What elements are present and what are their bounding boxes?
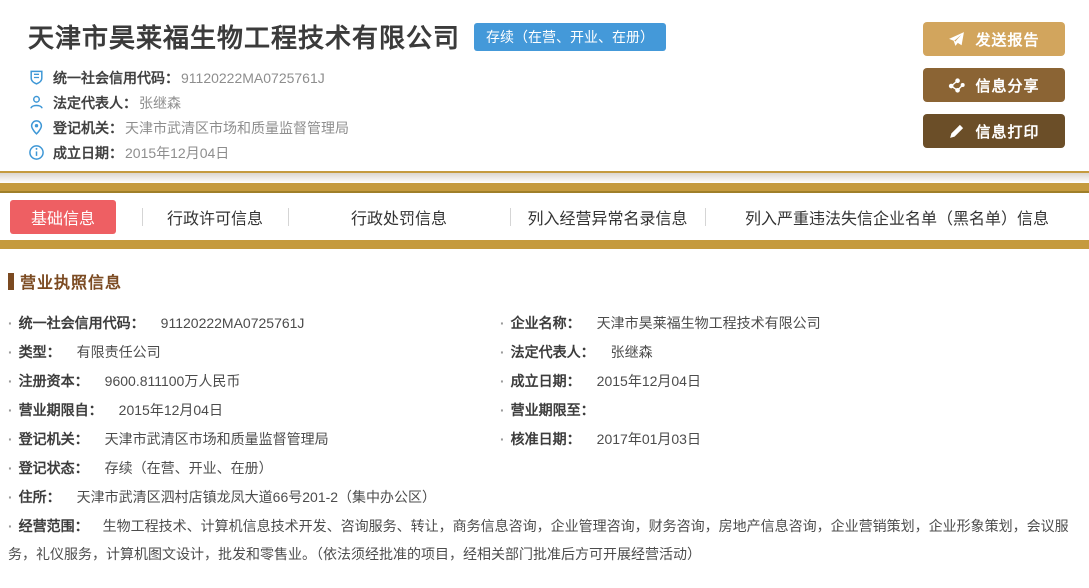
- bullet-dot: ·: [8, 315, 13, 331]
- paper-plane-icon: [948, 31, 965, 48]
- print-info-label: 信息打印: [975, 123, 1040, 141]
- gold-divider-band: [0, 183, 1089, 193]
- gold-divider-under-tabs: [0, 240, 1089, 249]
- field-business-scope: · 经营范围： 生物工程技术、计算机信息技术开发、咨询服务、转让，商务信息咨询，企业…: [8, 518, 1069, 562]
- tab-cell: 列入严重违法失信企业名单（黑名单）信息: [705, 193, 1089, 240]
- info-label: 成立日期：: [53, 144, 123, 161]
- tab-blacklist[interactable]: 列入严重违法失信企业名单（黑名单）信息: [745, 205, 1049, 229]
- header-left: 天津市昊莱福生物工程技术有限公司 存续（在营、开业、在册） 统一社会信用代码： …: [28, 18, 667, 170]
- pencil-icon: [948, 123, 965, 140]
- gray-gradient-strip: [0, 173, 1089, 183]
- bullet-dot: ·: [8, 518, 13, 534]
- person-icon: [28, 94, 45, 111]
- company-info-list: 统一社会信用代码： 91120222MA0725761J 法定代表人： 张继森 …: [28, 65, 666, 165]
- bullet-dot: ·: [500, 344, 505, 360]
- field-company-type: · 类型： 有限责任公司: [8, 338, 500, 367]
- section-title-text: 营业执照信息: [20, 275, 123, 292]
- info-label: 登记机关：: [53, 119, 123, 136]
- share-info-button[interactable]: 信息分享: [923, 68, 1065, 102]
- field-address: · 住所： 天津市武清区泗村店镇龙凤大道66号201-2（集中办公区）: [8, 483, 1079, 512]
- bullet-dot: ·: [500, 315, 505, 331]
- header-actions: 发送报告 信息分享 信息打印: [923, 18, 1065, 170]
- info-item-founding-date: 成立日期： 2015年12月04日: [28, 140, 666, 165]
- location-icon: [28, 119, 45, 136]
- status-badge: 存续（在营、开业、在册）: [474, 22, 667, 51]
- print-info-button[interactable]: 信息打印: [923, 114, 1065, 148]
- field-registration-status: · 登记状态： 存续（在营、开业、在册）: [8, 454, 500, 483]
- bullet-dot: ·: [8, 489, 13, 505]
- bullet-dot: ·: [8, 431, 13, 447]
- send-report-button[interactable]: 发送报告: [923, 22, 1065, 56]
- info-item-registry: 登记机关： 天津市武清区市场和质量监督管理局: [28, 115, 666, 140]
- tab-separator: [705, 208, 706, 226]
- field-term-start: · 营业期限自： 2015年12月04日: [8, 396, 500, 425]
- section-tab-bar: 基础信息 行政许可信息 行政处罚信息 列入经营异常名录信息 列入严重违法失信企业…: [0, 193, 1089, 240]
- info-label: 法定代表人：: [53, 94, 137, 111]
- field-approval-date: · 核准日期： 2017年01月03日: [500, 425, 1079, 454]
- tab-cell: 基础信息: [0, 193, 142, 240]
- section-title-bar: [8, 272, 14, 290]
- tab-separator: [288, 208, 289, 226]
- bullet-dot: ·: [8, 344, 13, 360]
- section-title: 营业执照信息: [8, 269, 1079, 293]
- info-value: 2015年12月04日: [125, 144, 230, 161]
- share-nodes-icon: [948, 77, 966, 94]
- info-label: 统一社会信用代码：: [53, 69, 179, 86]
- field-founding-date: · 成立日期： 2015年12月04日: [500, 367, 1079, 396]
- tab-cell: 列入经营异常名录信息: [510, 193, 705, 240]
- field-registry-authority: · 登记机关： 天津市武清区市场和质量监督管理局: [8, 425, 500, 454]
- field-empty-cell: [500, 454, 1079, 483]
- bullet-dot: ·: [8, 373, 13, 389]
- field-legal-rep: · 法定代表人： 张继森: [500, 338, 1079, 367]
- info-item-legal-rep: 法定代表人： 张继森: [28, 90, 666, 115]
- tab-separator: [510, 208, 511, 226]
- field-company-name: · 企业名称： 天津市昊莱福生物工程技术有限公司: [500, 309, 1079, 338]
- page-title: 天津市昊莱福生物工程技术有限公司: [28, 23, 461, 53]
- info-value: 91120222MA0725761J: [181, 69, 325, 86]
- license-fields-grid: · 统一社会信用代码： 91120222MA0725761J · 企业名称： 天…: [8, 309, 1079, 483]
- share-info-label: 信息分享: [975, 77, 1040, 95]
- license-info-section: 营业执照信息 · 统一社会信用代码： 91120222MA0725761J · …: [0, 249, 1089, 588]
- bullet-dot: ·: [500, 373, 505, 389]
- tab-basic-info[interactable]: 基础信息: [10, 199, 117, 234]
- tab-cell: 行政许可信息: [142, 193, 288, 240]
- tab-abnormal-list[interactable]: 列入经营异常名录信息: [527, 205, 687, 229]
- bullet-dot: ·: [500, 431, 505, 447]
- info-circle-icon: [28, 144, 45, 161]
- tab-admin-license[interactable]: 行政许可信息: [167, 205, 263, 229]
- bullet-dot: ·: [8, 402, 13, 418]
- company-header: 天津市昊莱福生物工程技术有限公司 存续（在营、开业、在册） 统一社会信用代码： …: [0, 0, 1089, 170]
- tab-admin-penalty[interactable]: 行政处罚信息: [351, 205, 447, 229]
- bullet-dot: ·: [8, 460, 13, 476]
- tab-separator: [142, 208, 143, 226]
- field-registered-capital: · 注册资本： 9600.811100万人民币: [8, 367, 500, 396]
- info-value: 张继森: [139, 94, 181, 111]
- bullet-dot: ·: [500, 402, 505, 418]
- field-credit-code: · 统一社会信用代码： 91120222MA0725761J: [8, 309, 500, 338]
- tab-cell: 行政处罚信息: [288, 193, 510, 240]
- info-value: 天津市武清区市场和质量监督管理局: [125, 119, 349, 136]
- send-report-label: 发送报告: [975, 31, 1040, 49]
- field-term-end: · 营业期限至：: [500, 396, 1079, 425]
- info-item-credit-code: 统一社会信用代码： 91120222MA0725761J: [28, 65, 666, 90]
- credit-code-icon: [28, 69, 45, 86]
